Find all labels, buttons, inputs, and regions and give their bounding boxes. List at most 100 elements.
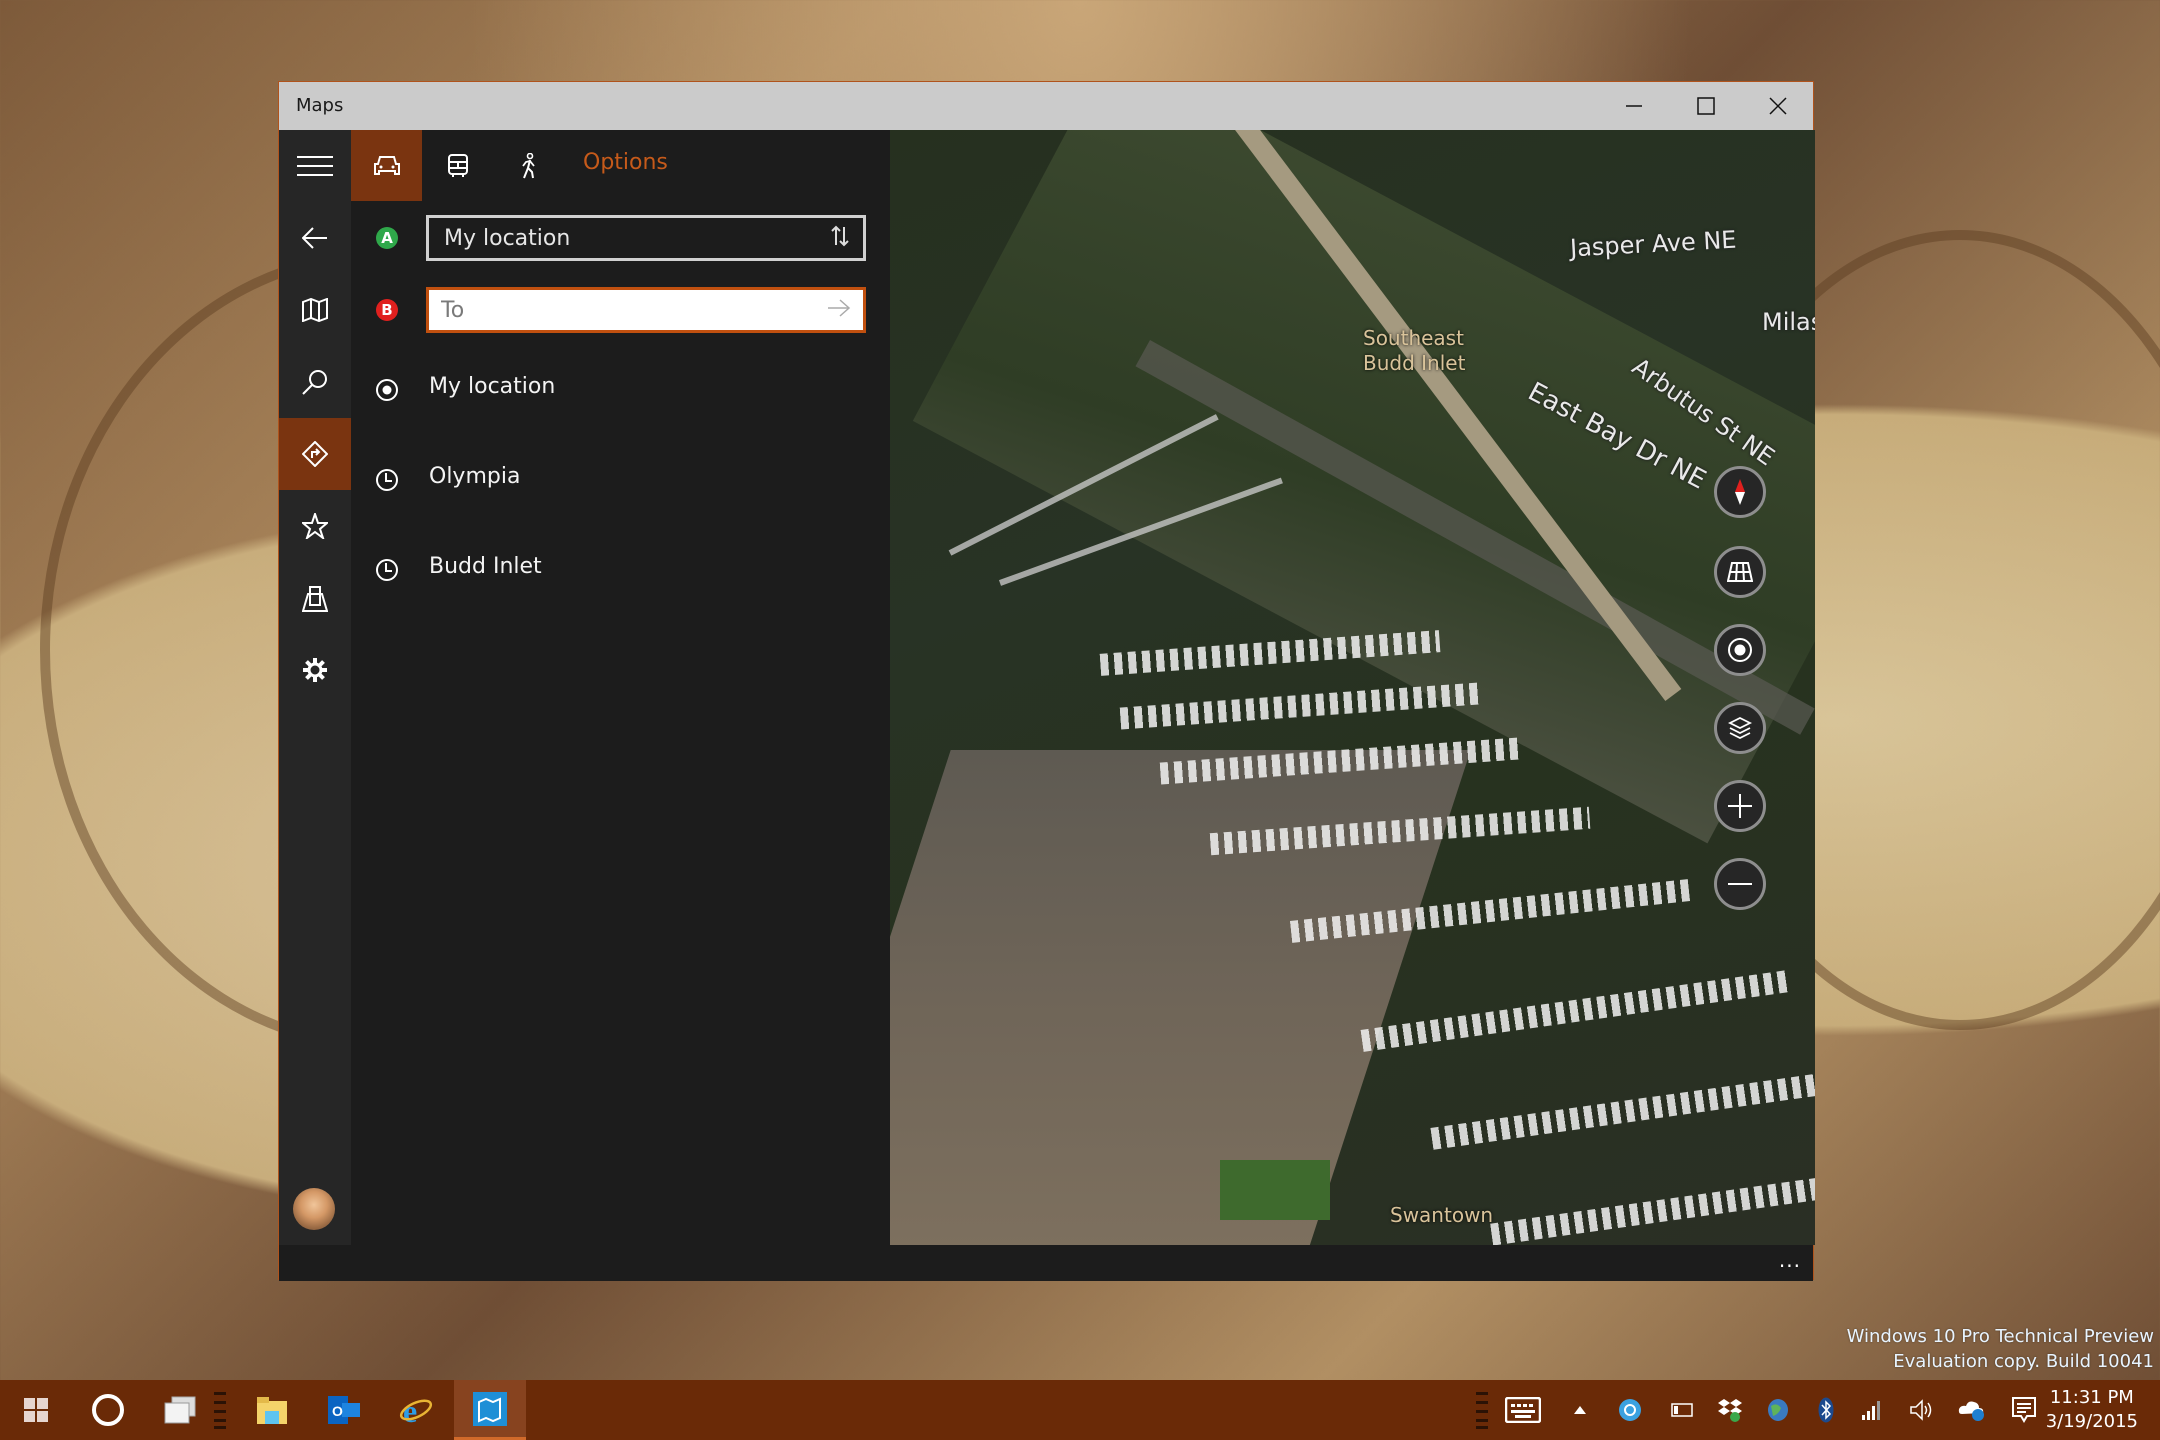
app-bar: ... [279, 1245, 1813, 1281]
creative-cloud-icon [1619, 1399, 1641, 1421]
maps-app-button[interactable] [454, 1380, 526, 1440]
options-link[interactable]: Options [583, 150, 668, 175]
walk-icon [521, 152, 535, 178]
user-avatar[interactable] [293, 1188, 335, 1230]
bluetooth-tray[interactable] [1808, 1380, 1844, 1440]
rail-favorites-button[interactable] [279, 490, 351, 562]
rail-directions-button[interactable] [279, 418, 351, 490]
chevron-up-icon [1574, 1406, 1586, 1414]
locate-me-button[interactable] [1714, 624, 1766, 676]
directions-icon [302, 441, 328, 467]
signal-tray[interactable] [1854, 1380, 1890, 1440]
maximize-button[interactable] [1670, 82, 1742, 130]
suggestion-olympia[interactable]: Olympia [351, 450, 890, 510]
map-park [1220, 1160, 1330, 1220]
creative-cloud-tray[interactable] [1612, 1380, 1648, 1440]
mode-drive-tab[interactable] [351, 130, 422, 201]
from-field[interactable]: My location [426, 215, 866, 261]
suggestion-label: My location [429, 374, 556, 399]
task-view-icon [164, 1396, 196, 1424]
title-bar[interactable]: Maps [279, 82, 1813, 130]
map-marina-row [1119, 682, 1481, 730]
internet-explorer-button[interactable]: e [380, 1380, 452, 1440]
my-location-icon [376, 379, 398, 401]
tilt-button[interactable] [1714, 546, 1766, 598]
rail-menu-button[interactable] [279, 130, 351, 202]
start-icon [24, 1398, 48, 1422]
gear-icon [303, 658, 327, 682]
window-title: Maps [296, 95, 344, 116]
watermark-line1: Windows 10 Pro Technical Preview [1846, 1326, 2154, 1347]
swap-button[interactable] [831, 225, 849, 253]
volume-icon [1910, 1399, 1932, 1421]
cortana-button[interactable] [72, 1380, 144, 1440]
onedrive-tray[interactable] [1952, 1380, 1992, 1440]
onedrive-icon [1958, 1401, 1984, 1421]
minimize-icon [1626, 105, 1642, 107]
volume-tray[interactable] [1904, 1380, 1940, 1440]
hamburger-menu-icon [297, 156, 333, 176]
battery-icon [1671, 1403, 1693, 1417]
rail-settings-button[interactable] [279, 634, 351, 706]
zoom-in-icon [1728, 794, 1752, 818]
dropbox-icon [1718, 1399, 1742, 1422]
close-button[interactable] [1742, 82, 1814, 130]
map-canvas[interactable]: Southeast Budd Inlet Swantown Jasper Ave… [890, 130, 1815, 1245]
street-label: Jasper Ave NE [1569, 225, 1738, 263]
zoom-out-button[interactable] [1714, 858, 1766, 910]
start-button[interactable] [0, 1380, 72, 1440]
battery-tray[interactable] [1664, 1380, 1700, 1440]
clock-date: 3/19/2015 [2045, 1411, 2138, 1432]
clock-icon [376, 559, 398, 581]
file-explorer-button[interactable] [236, 1380, 308, 1440]
star-icon [302, 513, 328, 539]
outlook-button[interactable]: O [308, 1380, 380, 1440]
dropbox-tray[interactable] [1712, 1380, 1748, 1440]
map-label-area: Southeast Budd Inlet [1363, 326, 1466, 375]
action-center-button[interactable] [2004, 1380, 2044, 1440]
locate-icon [1728, 638, 1752, 662]
rail-3d-cities-button[interactable] [279, 562, 351, 634]
swap-icon [831, 225, 849, 247]
mode-transit-tab[interactable] [422, 130, 493, 201]
compass-icon [1735, 479, 1745, 505]
internet-explorer-icon: e [399, 1394, 433, 1426]
taskbar: O e 11:31 PM 3/19/2015 [0, 1380, 2160, 1440]
task-view-button[interactable] [144, 1380, 216, 1440]
taskbar-gripper[interactable] [212, 1380, 228, 1440]
map-marina-row [1360, 970, 1790, 1052]
suggestion-budd-inlet[interactable]: Budd Inlet [351, 540, 890, 600]
to-field[interactable] [426, 287, 866, 333]
more-button[interactable]: ... [1779, 1250, 1801, 1270]
tray-gripper[interactable] [1474, 1380, 1490, 1440]
arrow-right-icon [828, 299, 851, 317]
from-field-value: My location [444, 226, 571, 251]
rail-search-button[interactable] [279, 346, 351, 418]
map-icon [302, 298, 328, 322]
compass-button[interactable] [1714, 466, 1766, 518]
network-globe-tray[interactable] [1760, 1380, 1796, 1440]
touch-keyboard-icon [1505, 1397, 1541, 1423]
taskbar-clock[interactable]: 11:31 PM 3/19/2015 [2046, 1386, 2138, 1434]
zoom-out-icon [1728, 883, 1752, 885]
minimize-button[interactable] [1598, 82, 1670, 130]
to-input[interactable] [441, 296, 811, 324]
network-globe-icon [1768, 1399, 1788, 1421]
suggestion-my-location[interactable]: My location [351, 360, 890, 420]
pin-a-badge: A [376, 227, 398, 249]
gripper-icon [214, 1392, 226, 1429]
windows-watermark: Windows 10 Pro Technical Preview Evaluat… [1847, 1326, 2154, 1372]
zoom-in-button[interactable] [1714, 780, 1766, 832]
street-label: Milas [1762, 308, 1815, 336]
rail-map-button[interactable] [279, 274, 351, 346]
rail-back-button[interactable] [279, 202, 351, 274]
mode-walk-tab[interactable] [493, 130, 564, 201]
show-hidden-icons-button[interactable] [1566, 1380, 1594, 1440]
signal-icon [1862, 1401, 1880, 1420]
close-icon [1769, 97, 1787, 115]
car-icon [373, 155, 400, 175]
suggestion-label: Budd Inlet [429, 554, 542, 579]
map-views-button[interactable] [1714, 702, 1766, 754]
touch-keyboard-button[interactable] [1496, 1380, 1550, 1440]
go-button[interactable] [827, 295, 851, 325]
